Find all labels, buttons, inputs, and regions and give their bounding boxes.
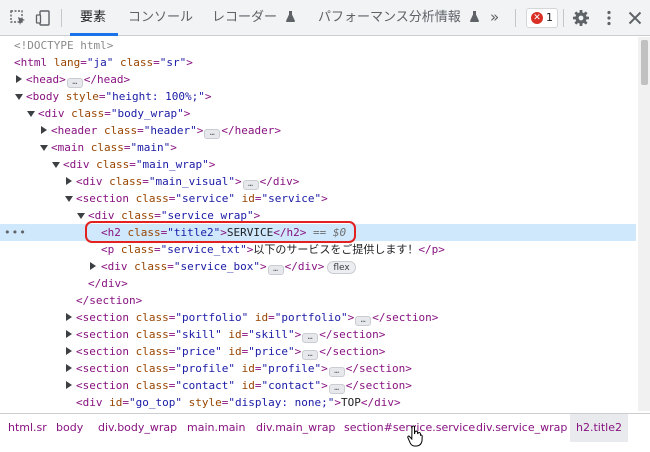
dom-node-head[interactable]: <head>… </head> <box>0 71 636 88</box>
breadcrumb-item[interactable]: main.main <box>187 414 245 442</box>
collapsed-ellipsis-icon[interactable]: … <box>66 78 83 88</box>
collapsed-ellipsis-icon[interactable]: … <box>267 265 284 275</box>
collapsed-ellipsis-icon[interactable]: … <box>302 333 319 343</box>
dom-node-html[interactable]: <html lang="ja" class="sr"> <box>0 54 636 71</box>
collapse-arrow-icon[interactable] <box>52 162 60 168</box>
expand-arrow-icon[interactable] <box>66 313 72 321</box>
close-icon[interactable] <box>626 9 644 27</box>
breadcrumb-item-current[interactable]: h2.title2 <box>570 414 628 442</box>
dom-node-service-box[interactable]: <div class="service_box">… </div> flex <box>0 258 636 275</box>
tab-performance-insights[interactable]: パフォーマンス分析情報 <box>318 0 479 36</box>
breadcrumb-item[interactable]: div.body_wrap <box>98 414 177 442</box>
breadcrumb-item[interactable]: html.sr <box>8 414 47 442</box>
collapse-arrow-icon[interactable] <box>27 111 35 117</box>
collapsed-ellipsis-icon[interactable]: … <box>328 367 345 377</box>
breadcrumb-item[interactable]: body <box>56 414 83 442</box>
select-element-icon[interactable] <box>9 9 27 27</box>
breadcrumb-item[interactable]: div.service_wrap <box>476 414 567 442</box>
dom-node-body[interactable]: <body style="height: 100%;"> <box>0 88 636 105</box>
dom-node-doctype[interactable]: <!DOCTYPE html> <box>0 37 636 54</box>
collapsed-ellipsis-icon[interactable]: … <box>242 180 259 190</box>
breadcrumb: html.sr body div.body_wrap main.main div… <box>0 413 650 452</box>
more-tabs-button[interactable]: » <box>490 0 499 34</box>
collapse-arrow-icon[interactable] <box>15 94 23 100</box>
dom-node-section-service[interactable]: <section class="service" id="service"> <box>0 190 636 207</box>
dom-node-section-price[interactable]: <section class="price" id="price">… </sec… <box>0 343 636 360</box>
experimental-flask-icon <box>469 11 479 22</box>
tab-console[interactable]: コンソール <box>128 0 193 36</box>
dom-node-close-section: </section> <box>76 294 143 307</box>
expand-arrow-icon[interactable] <box>90 262 96 270</box>
expand-arrow-icon[interactable] <box>66 330 72 338</box>
expand-arrow-icon[interactable] <box>66 347 72 355</box>
expand-arrow-icon[interactable] <box>66 177 72 185</box>
vertical-scrollbar-track[interactable] <box>638 37 650 411</box>
error-count-badge[interactable]: ✕ 1 <box>526 8 558 28</box>
tab-elements[interactable]: 要素 <box>80 0 106 36</box>
toolbar-divider <box>563 9 564 27</box>
toolbar-divider <box>61 9 62 27</box>
error-icon: ✕ <box>531 12 543 24</box>
collapsed-ellipsis-icon[interactable]: … <box>302 350 319 360</box>
breadcrumb-item[interactable]: div.main_wrap <box>256 414 335 442</box>
settings-gear-icon[interactable] <box>572 9 590 27</box>
collapse-arrow-icon[interactable] <box>65 196 73 202</box>
annotation-highlight-box <box>85 221 356 243</box>
dom-node-go-top[interactable]: <div id="go_top" style="display: none;">… <box>0 394 636 411</box>
dom-node-main-wrap[interactable]: <div class="main_wrap"> <box>0 156 636 173</box>
tab-recorder[interactable]: レコーダー <box>212 0 296 36</box>
experimental-flask-icon <box>286 11 296 22</box>
collapse-arrow-icon[interactable] <box>77 213 85 219</box>
devtools-toolbar: 要素 コンソール レコーダー パフォーマンス分析情報 » ✕ 1 <box>0 0 650 36</box>
collapsed-ellipsis-icon[interactable]: … <box>204 129 221 139</box>
dom-node-section-contact[interactable]: <section class="contact" id="contact">… <… <box>0 377 636 394</box>
expand-arrow-icon[interactable] <box>66 381 72 389</box>
dom-node-header[interactable]: <header class="header">… </header> <box>0 122 636 139</box>
collapse-arrow-icon[interactable] <box>40 145 48 151</box>
expand-arrow-icon[interactable] <box>41 126 47 134</box>
node-actions-icon[interactable]: ••• <box>4 224 27 241</box>
flex-badge[interactable]: flex <box>327 261 356 274</box>
dom-node-section-profile[interactable]: <section class="profile" id="profile">… <… <box>0 360 636 377</box>
dom-node-section-portfolio[interactable]: <section class="portfolio" id="portfolio… <box>0 309 636 326</box>
more-options-icon[interactable] <box>600 9 618 27</box>
collapsed-ellipsis-icon[interactable]: … <box>355 316 372 326</box>
active-tab-indicator <box>70 33 118 36</box>
collapsed-ellipsis-icon[interactable]: … <box>328 384 345 394</box>
dom-node-main-visual[interactable]: <div class="main_visual">… </div> <box>0 173 636 190</box>
device-toolbar-icon[interactable] <box>35 9 53 27</box>
expand-arrow-icon[interactable] <box>66 364 72 372</box>
dom-node-section-skill[interactable]: <section class="skill" id="skill">… </sec… <box>0 326 636 343</box>
hand-pointer-icon <box>407 425 423 447</box>
dom-node-body-wrap[interactable]: <div class="body_wrap"> <box>0 105 636 122</box>
expand-arrow-icon[interactable] <box>16 75 22 83</box>
vertical-scrollbar-thumb[interactable] <box>641 40 648 85</box>
dom-node-p[interactable]: <p class="service_txt">以下のサービスをご提供します！</… <box>0 241 636 258</box>
dom-node-close-div: </div> <box>88 277 128 290</box>
toolbar-divider <box>515 9 516 27</box>
dom-node-main[interactable]: <main class="main"> <box>0 139 636 156</box>
